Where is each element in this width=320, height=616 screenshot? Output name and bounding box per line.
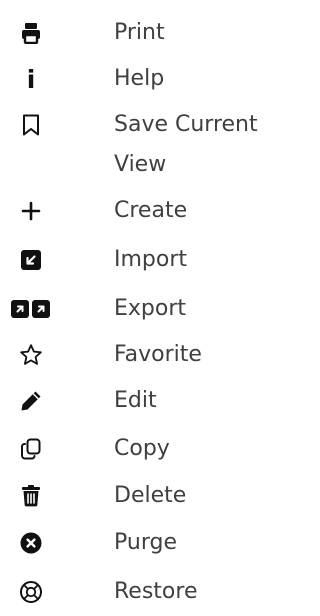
menu-item-label: Restore	[114, 579, 198, 604]
menu-item-label: Save Current View	[114, 112, 258, 177]
export-icon	[0, 285, 62, 333]
pencil-icon	[0, 377, 62, 425]
bookmark-icon	[0, 105, 62, 145]
print-icon	[0, 9, 62, 57]
menu-item-label: Help	[114, 66, 165, 91]
menu-item-label: Export	[114, 296, 187, 321]
star-icon	[0, 331, 62, 379]
close-circle-icon	[0, 519, 62, 567]
menu-item-label: Print	[114, 20, 165, 45]
actions-menu: Print i Help Save Current View Create Im…	[0, 0, 271, 610]
menu-item-label: Edit	[114, 388, 157, 413]
menu-item-label: Favorite	[114, 342, 202, 367]
menu-item-label: Delete	[114, 483, 187, 508]
import-icon	[0, 236, 62, 284]
menu-item-save-current-view[interactable]: Save Current View	[0, 105, 271, 185]
plus-icon	[0, 187, 62, 235]
menu-item-label: Import	[114, 247, 188, 272]
menu-item-label: Copy	[114, 436, 170, 461]
menu-item-label: Create	[114, 198, 188, 223]
copy-icon	[0, 425, 62, 473]
info-icon: i	[26, 64, 36, 94]
menu-item-label: Purge	[114, 530, 177, 555]
trash-icon	[0, 472, 62, 520]
restore-icon	[0, 568, 62, 616]
